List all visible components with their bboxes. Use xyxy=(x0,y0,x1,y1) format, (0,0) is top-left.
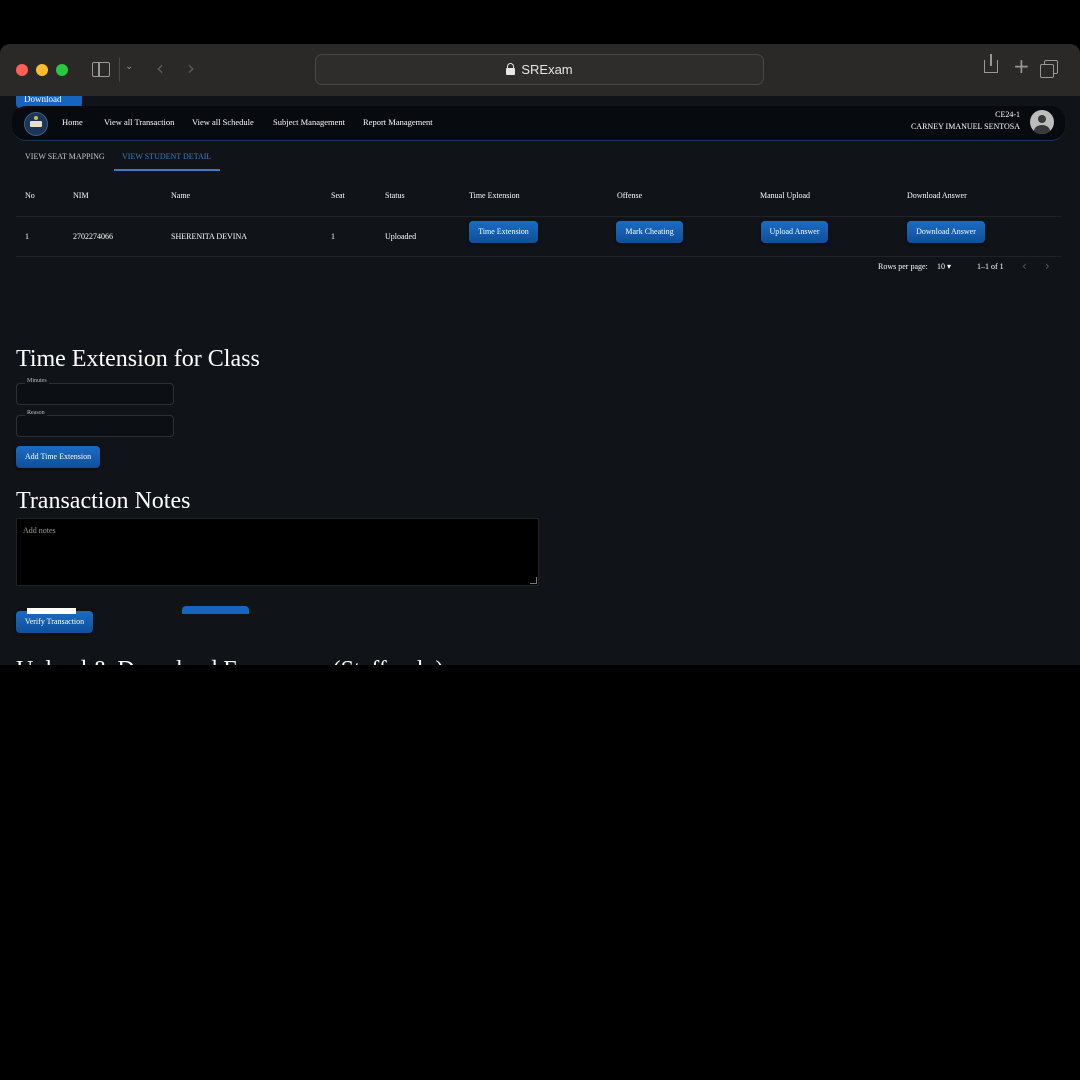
active-tab-indicator xyxy=(114,169,220,171)
class-code: CE24-1 xyxy=(995,110,1020,119)
tab-view-student-detail[interactable]: VIEW STUDENT DETAIL xyxy=(122,152,211,161)
cell-status: Uploaded xyxy=(385,232,417,241)
column-header-status: Status xyxy=(385,191,405,200)
column-header-no: No xyxy=(25,191,35,200)
add-time-extension-button[interactable]: Add Time Extension xyxy=(16,446,100,468)
tab-view-seat-mapping[interactable]: VIEW SEAT MAPPING xyxy=(25,152,105,161)
browser-window: ⌄ ‹ › SRExam + Download Home View all Tr… xyxy=(0,44,1080,665)
back-arrow-icon[interactable]: ‹ xyxy=(156,56,164,80)
nav-view-all-transaction[interactable]: View all Transaction xyxy=(104,117,174,127)
page-content: Download Home View all Transaction View … xyxy=(0,96,1080,665)
notes-placeholder: Add notes xyxy=(23,526,56,535)
upload-answer-button[interactable]: Upload Answer xyxy=(761,221,828,243)
notes-textarea[interactable]: Add notes xyxy=(16,518,539,586)
column-header-nim: NIM xyxy=(73,191,89,200)
cell-seat: 1 xyxy=(331,232,335,241)
user-name: CARNEY IMANUEL SENTOSA xyxy=(910,122,1020,131)
address-url: SRExam xyxy=(521,62,573,77)
minutes-field[interactable]: Minutes xyxy=(16,378,174,405)
rows-per-page-label: Rows per page: xyxy=(878,262,928,271)
download-answer-button[interactable]: Download Answer xyxy=(907,221,985,243)
minimize-window-button[interactable] xyxy=(36,64,48,76)
chevron-down-icon[interactable]: ⌄ xyxy=(125,61,133,72)
column-header-download-answer: Download Answer xyxy=(907,191,967,200)
new-tab-icon[interactable]: + xyxy=(1013,54,1030,78)
column-header-manual-upload: Manual Upload xyxy=(760,191,810,200)
share-icon[interactable] xyxy=(984,54,998,73)
caret-down-icon: ▾ xyxy=(947,262,952,271)
forward-arrow-icon[interactable]: › xyxy=(187,56,195,80)
transaction-notes-title: Transaction Notes xyxy=(16,488,191,514)
zoom-window-button[interactable] xyxy=(56,64,68,76)
resize-handle-icon[interactable] xyxy=(530,577,537,584)
toolbar-divider xyxy=(119,58,120,82)
minutes-label: Minutes xyxy=(25,378,49,384)
table-row: 1 2702274066 SHERENITA DEVINA 1 Uploaded… xyxy=(16,218,1061,257)
column-header-name: Name xyxy=(171,191,191,200)
reason-field[interactable]: Reason xyxy=(16,410,174,437)
column-header-time-extension: Time Extension xyxy=(469,191,520,200)
table-header-row: No NIM Name Seat Status Time Extension O… xyxy=(16,186,1061,217)
time-extension-button[interactable]: Time Extension xyxy=(469,221,538,243)
column-header-offense: Offense xyxy=(617,191,643,200)
time-extension-title: Time Extension for Class xyxy=(16,346,260,372)
lock-icon xyxy=(506,63,516,75)
mark-cheating-button[interactable]: Mark Cheating xyxy=(616,221,683,243)
browser-toolbar: ⌄ ‹ › SRExam + xyxy=(0,44,1080,96)
rows-per-page-select[interactable]: 10 ▾ xyxy=(937,262,951,271)
previous-page-icon[interactable]: ‹ xyxy=(1022,259,1027,273)
rows-per-page-value: 10 xyxy=(937,262,945,271)
next-page-icon[interactable]: › xyxy=(1045,259,1050,273)
cell-nim: 2702274066 xyxy=(73,232,113,241)
nav-home[interactable]: Home xyxy=(62,117,83,127)
app-logo[interactable] xyxy=(24,112,48,136)
upload-download-title: Upload & Download Exam case (Staff only) xyxy=(16,657,443,665)
pagination-range: 1–1 of 1 xyxy=(977,262,1004,271)
file-input-partial[interactable] xyxy=(27,608,76,614)
column-header-seat: Seat xyxy=(331,191,345,200)
app-navbar: Home View all Transaction View all Sched… xyxy=(12,106,1065,141)
tab-overview-icon[interactable] xyxy=(1040,60,1058,78)
avatar-icon[interactable] xyxy=(1030,110,1054,134)
reason-label: Reason xyxy=(25,410,47,416)
verify-transaction-button[interactable]: Verify Transaction xyxy=(16,611,93,633)
upload-button-partial[interactable] xyxy=(182,606,249,614)
address-bar[interactable]: SRExam xyxy=(315,54,764,85)
nav-subject-management[interactable]: Subject Management xyxy=(273,117,345,127)
nav-view-all-schedule[interactable]: View all Schedule xyxy=(192,117,254,127)
close-window-button[interactable] xyxy=(16,64,28,76)
cell-name: SHERENITA DEVINA xyxy=(171,232,248,241)
cell-no: 1 xyxy=(25,232,29,241)
sidebar-toggle-icon[interactable] xyxy=(92,62,110,77)
nav-report-management[interactable]: Report Management xyxy=(363,117,433,127)
